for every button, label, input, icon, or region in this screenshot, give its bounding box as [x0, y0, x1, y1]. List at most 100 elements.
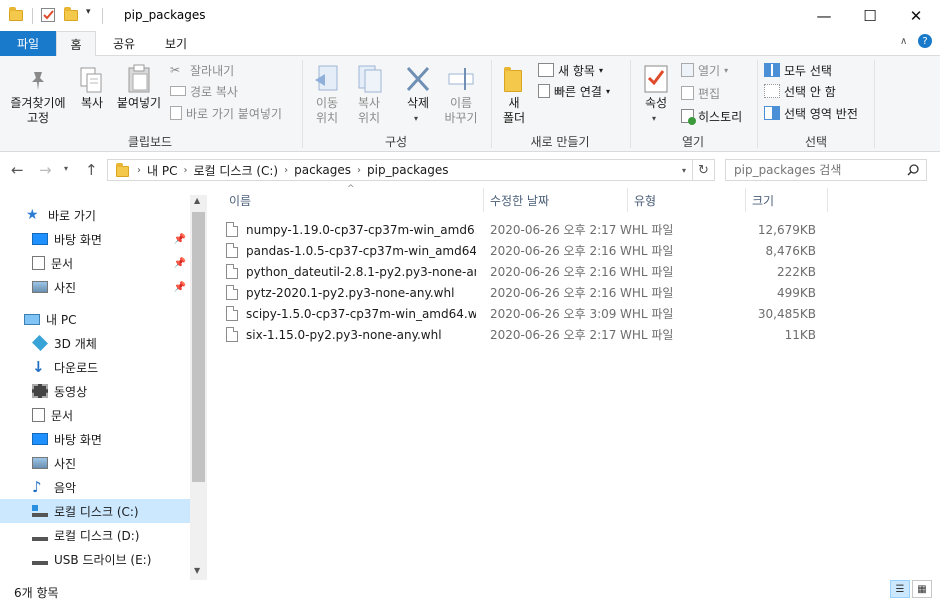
column-header-date[interactable]: 수정한 날짜	[484, 188, 628, 212]
pin-icon[interactable]: 📌	[174, 258, 186, 269]
file-row[interactable]: scipy-1.5.0-cp37-cp37m-win_amd64.whl 202…	[226, 303, 826, 324]
nav-quick-access[interactable]: ★ 바로 가기	[0, 203, 190, 227]
refresh-icon[interactable]: ↻	[693, 159, 715, 181]
rename-button[interactable]: 이름 바꾸기	[441, 62, 481, 132]
file-size: 11KB	[784, 327, 816, 342]
copy-path-button[interactable]: 경로 복사	[170, 81, 238, 101]
help-icon[interactable]: ?	[918, 34, 932, 48]
invert-selection-button[interactable]: 선택 영역 반전	[764, 103, 858, 123]
file-row[interactable]: pytz-2020.1-py2.py3-none-any.whl 2020-06…	[226, 282, 826, 303]
column-header-name[interactable]: 이름	[223, 188, 484, 212]
cut-button[interactable]: ✂ 잘라내기	[170, 60, 234, 80]
pictures-icon	[32, 457, 48, 469]
properties-quick-icon[interactable]	[41, 8, 55, 22]
crumb-local-disk-c[interactable]: 로컬 디스크 (C:)	[193, 162, 278, 179]
minimize-button[interactable]: —	[801, 0, 847, 31]
nav-qa-documents[interactable]: 문서 📌	[0, 251, 190, 275]
search-box[interactable]	[725, 159, 927, 181]
pin-icon[interactable]: 📌	[174, 234, 186, 245]
crumb-pip-packages[interactable]: pip_packages	[367, 163, 448, 177]
tab-share[interactable]: 공유	[104, 31, 144, 56]
film-icon	[32, 384, 48, 398]
column-header-size[interactable]: 크기	[746, 188, 828, 212]
details-view-icon[interactable]: ☰	[890, 580, 910, 598]
up-icon[interactable]: ↑	[85, 161, 98, 179]
move-to-button[interactable]: 이동 위치	[307, 62, 347, 132]
nav-quick-access-label: 바로 가기	[48, 208, 96, 223]
file-row[interactable]: python_dateutil-2.8.1-py2.py3-none-an...…	[226, 261, 826, 282]
crumb-packages[interactable]: packages	[294, 163, 351, 177]
pin-quick-access-button[interactable]: 즐겨찾기에 고정	[4, 62, 72, 132]
crumb-separator-icon[interactable]: ›	[284, 165, 288, 176]
invert-selection-icon	[764, 106, 780, 120]
history-button[interactable]: 히스토리	[681, 106, 742, 126]
nav-pc-pictures[interactable]: 사진	[0, 451, 190, 475]
file-row[interactable]: numpy-1.19.0-cp37-cp37m-win_amd6... 2020…	[226, 219, 826, 240]
new-group-label: 새로 만들기	[530, 135, 590, 149]
folder-icon	[9, 7, 23, 21]
close-button[interactable]: ✕	[893, 0, 939, 31]
nav-pc-videos[interactable]: 동영상	[0, 379, 190, 403]
address-dropdown-icon[interactable]: ▾	[682, 166, 686, 175]
new-folder-quick-icon[interactable]	[64, 7, 78, 21]
select-none-button[interactable]: 선택 안 함	[764, 81, 836, 101]
nav-qa-pictures[interactable]: 사진 📌	[0, 275, 190, 299]
recent-locations-icon[interactable]: ▾	[64, 164, 68, 173]
maximize-button[interactable]: ☐	[847, 0, 893, 31]
edit-button[interactable]: 편집	[681, 83, 720, 103]
search-input[interactable]	[734, 163, 904, 177]
tab-view[interactable]: 보기	[156, 31, 196, 56]
scroll-down-icon[interactable]: ▼	[194, 566, 200, 575]
pin-icon[interactable]: 📌	[174, 282, 186, 293]
nav-pc-documents[interactable]: 문서	[0, 403, 190, 427]
crumb-separator-icon[interactable]: ›	[137, 165, 141, 176]
copy-to-icon	[358, 65, 382, 93]
customize-quick-access-icon[interactable]: ▾	[86, 7, 91, 17]
tab-file[interactable]: 파일	[0, 31, 56, 56]
crumb-separator-icon[interactable]: ›	[183, 165, 187, 176]
ribbon-collapse-icon[interactable]: ∧	[900, 36, 907, 47]
crumb-separator-icon[interactable]: ›	[357, 165, 361, 176]
paste-shortcut-button[interactable]: 바로 가기 붙여넣기	[170, 103, 282, 123]
scroll-up-icon[interactable]: ▲	[194, 196, 200, 205]
new-item-button[interactable]: 새 항목 ▾	[538, 60, 603, 80]
select-all-button[interactable]: 모두 선택	[764, 60, 832, 80]
file-icon	[226, 264, 238, 279]
forward-icon[interactable]: →	[39, 161, 52, 179]
open-button[interactable]: 열기 ▾	[681, 60, 728, 80]
back-icon[interactable]: ←	[11, 161, 24, 179]
nav-this-pc[interactable]: 내 PC	[0, 307, 190, 331]
copy-path-label: 경로 복사	[190, 84, 238, 99]
nav-pc-downloads[interactable]: ↓ 다운로드	[0, 355, 190, 379]
column-header-type[interactable]: 유형	[628, 188, 746, 212]
properties-dropdown-icon[interactable]: ▾	[652, 114, 656, 123]
copy-icon	[80, 67, 102, 93]
clipboard-group-label: 클립보드	[127, 135, 173, 149]
properties-button[interactable]: 속성 ▾	[636, 62, 676, 132]
large-icons-view-icon[interactable]: ▦	[912, 580, 932, 598]
nav-pc-3d-objects[interactable]: 3D 개체	[0, 331, 190, 355]
address-bar[interactable]: › 내 PC › 로컬 디스크 (C:) › packages › pip_pa…	[107, 159, 693, 181]
copy-button[interactable]: 복사	[74, 62, 110, 132]
nav-pc-local-disk-d[interactable]: 로컬 디스크 (D:)	[0, 523, 190, 547]
desktop-icon	[32, 433, 48, 445]
file-type: WHL 파일	[620, 244, 674, 258]
crumb-this-pc[interactable]: 내 PC	[147, 162, 177, 179]
paste-button[interactable]: 붙여넣기	[112, 62, 166, 132]
new-folder-button[interactable]: 새 폴더	[496, 62, 532, 132]
file-icon	[226, 327, 238, 342]
nav-scroll-thumb[interactable]	[192, 212, 205, 482]
tab-home[interactable]: 홈	[56, 31, 96, 57]
nav-pc-desktop[interactable]: 바탕 화면	[0, 427, 190, 451]
easy-access-button[interactable]: 빠른 연결 ▾	[538, 81, 610, 101]
nav-pc-usb-drive-e[interactable]: USB 드라이브 (E:)	[0, 547, 190, 571]
file-row[interactable]: pandas-1.0.5-cp37-cp37m-win_amd64.... 20…	[226, 240, 826, 261]
nav-qa-desktop[interactable]: 바탕 화면 📌	[0, 227, 190, 251]
select-none-label: 선택 안 함	[784, 84, 836, 99]
delete-button[interactable]: 삭제 ▾	[398, 62, 438, 132]
file-row[interactable]: six-1.15.0-py2.py3-none-any.whl 2020-06-…	[226, 324, 826, 345]
delete-dropdown-icon[interactable]: ▾	[414, 114, 418, 123]
nav-pc-music[interactable]: ♪ 음악	[0, 475, 190, 499]
copy-to-button[interactable]: 복사 위치	[349, 62, 389, 132]
nav-pc-local-disk-c[interactable]: 로컬 디스크 (C:)	[0, 499, 190, 523]
